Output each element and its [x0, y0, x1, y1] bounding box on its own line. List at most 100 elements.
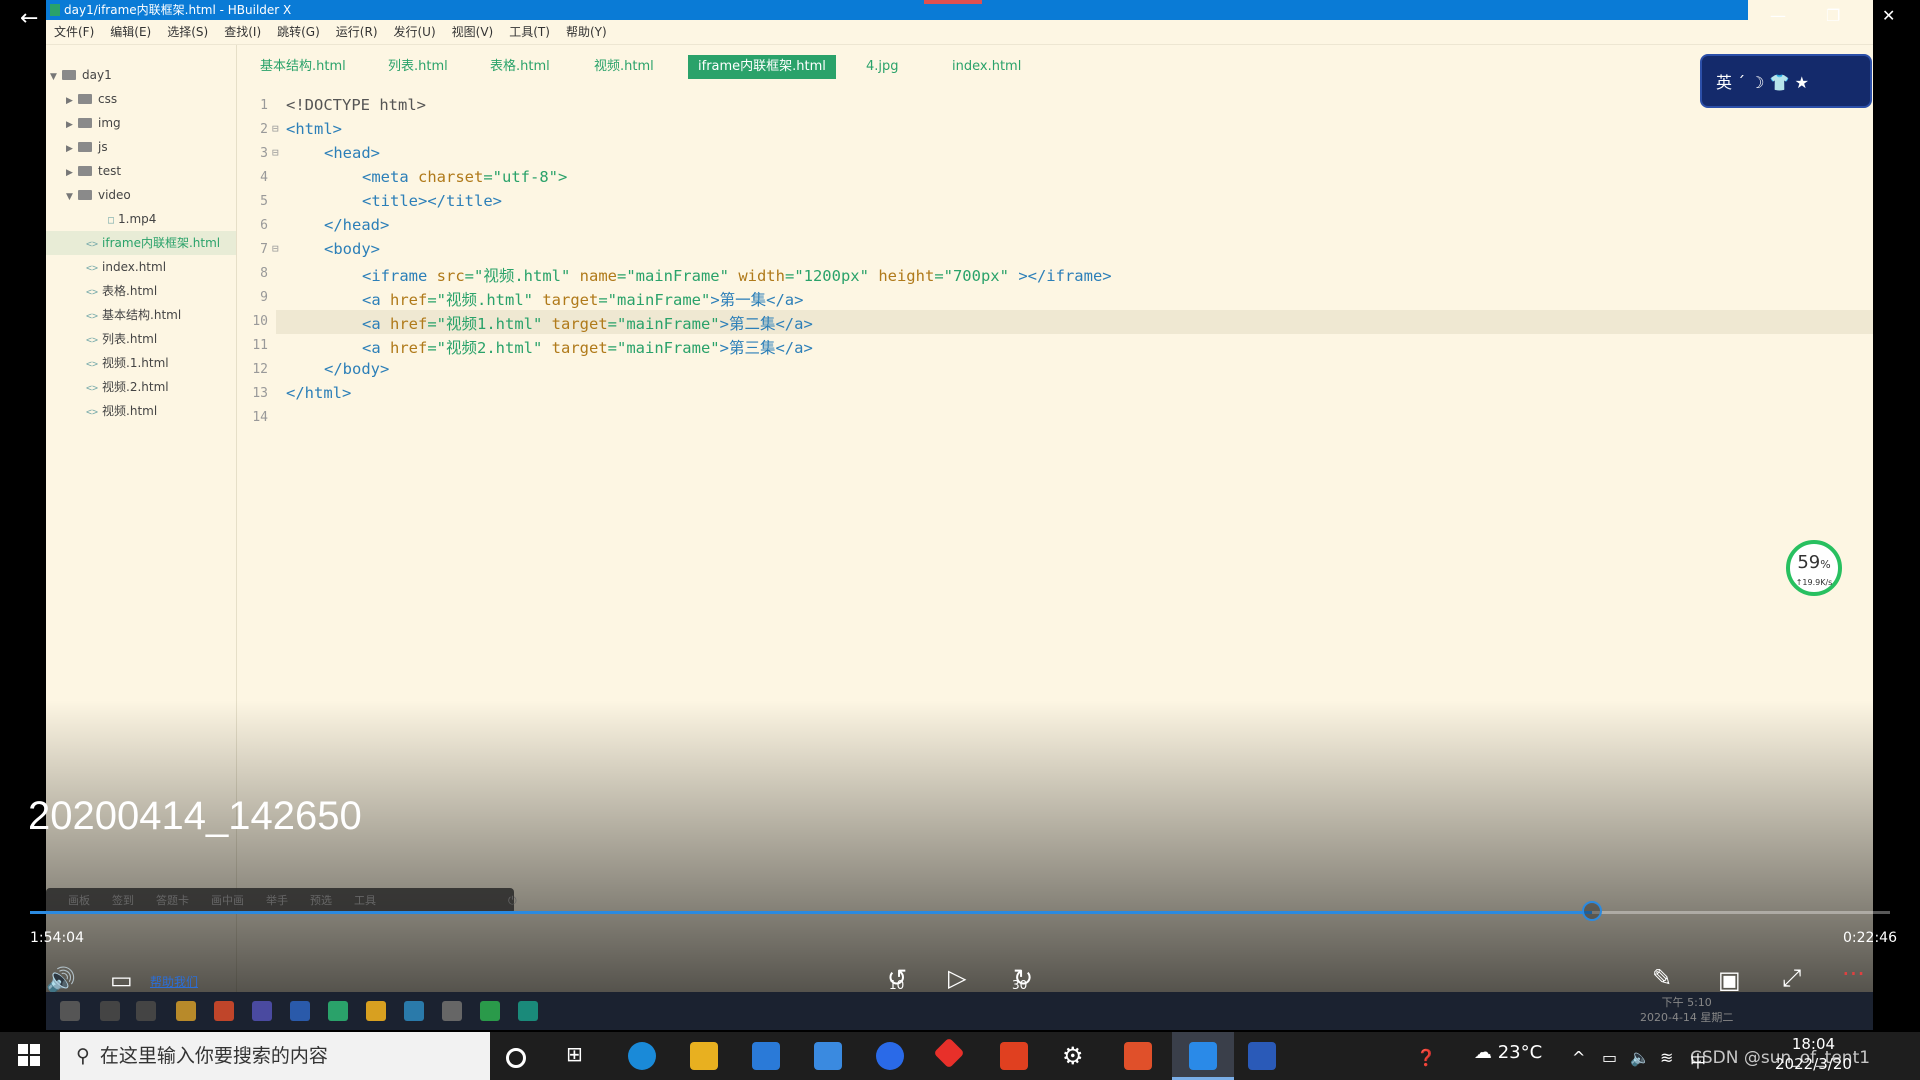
store-icon[interactable]: [752, 1042, 780, 1070]
tree-folder-css[interactable]: ▶ css: [66, 87, 117, 111]
menu-view[interactable]: 视图(V): [452, 25, 494, 39]
taskbar-search[interactable]: ⚲ 在这里输入你要搜索的内容: [60, 1032, 490, 1080]
word-icon[interactable]: [1248, 1042, 1276, 1070]
fold-toggle-icon[interactable]: ⊟: [272, 242, 279, 255]
app-icon[interactable]: [876, 1042, 904, 1070]
chevron-down-icon: ▼: [66, 192, 73, 202]
hbuilder-icon: [50, 4, 60, 16]
recorded-clock: 下午 5:10 2020-4-14 星期二: [1640, 996, 1734, 1024]
play-button[interactable]: ▷: [948, 964, 966, 992]
taskview-icon[interactable]: ⊞: [566, 1042, 594, 1070]
weather[interactable]: ☁ 23°C: [1474, 1042, 1542, 1063]
code-editor[interactable]: 1 2 3 4 5 6 7 8 9 10 11 12 13 14 ⊟ ⊟ ⊟ <…: [236, 90, 1873, 790]
restore-icon[interactable]: ❐: [1826, 6, 1840, 25]
tab-basic[interactable]: 基本结构.html: [260, 55, 346, 79]
menu-edit[interactable]: 编辑(E): [110, 25, 151, 39]
folder-open-icon: [78, 190, 92, 200]
tool-tools[interactable]: 工具: [354, 894, 376, 907]
menu-run[interactable]: 运行(R): [336, 25, 378, 39]
menu-goto[interactable]: 跳转(G): [277, 25, 320, 39]
code-line-9: <a href="视频.html" target="mainFrame">第一集…: [362, 291, 804, 309]
tool-raise-hand[interactable]: 举手: [266, 894, 288, 907]
video-player-icon[interactable]: [1189, 1042, 1217, 1070]
tree-file-mp4[interactable]: □ 1.mp4: [108, 207, 156, 231]
fullscreen-icon[interactable]: ⤢: [1782, 964, 1801, 992]
pip-icon[interactable]: ▣: [1718, 966, 1741, 994]
time-elapsed: 1:54:04: [30, 930, 84, 946]
mail-icon[interactable]: [814, 1042, 842, 1070]
help-link[interactable]: 帮助我们: [150, 973, 198, 990]
folder-icon: [78, 142, 92, 152]
fold-toggle-icon[interactable]: ⊟: [272, 146, 279, 159]
line-number: 9: [260, 290, 268, 305]
battery-icon[interactable]: ▭: [1602, 1048, 1617, 1067]
tab-table[interactable]: 表格.html: [490, 55, 550, 79]
tool-pip[interactable]: 画中画: [211, 894, 244, 907]
tree-file[interactable]: <> 基本结构.html: [86, 303, 181, 327]
file-explorer-icon[interactable]: [690, 1042, 718, 1070]
tab-video[interactable]: 视频.html: [594, 55, 654, 79]
code-line-3: <head>: [324, 144, 380, 162]
menu-tools[interactable]: 工具(T): [509, 25, 550, 39]
tool-preselect[interactable]: 预选: [310, 894, 332, 907]
fold-toggle-icon[interactable]: ⊟: [272, 122, 279, 135]
tree-file[interactable]: <> 列表.html: [86, 327, 157, 351]
tool-board[interactable]: 画板: [68, 894, 90, 907]
menu-publish[interactable]: 发行(U): [394, 25, 436, 39]
close-icon[interactable]: ✕: [1882, 6, 1895, 25]
cortana-icon[interactable]: [506, 1048, 526, 1068]
back-arrow-icon[interactable]: ←: [20, 6, 38, 31]
windows-start-icon[interactable]: [18, 1044, 40, 1066]
folder-icon: [78, 94, 92, 104]
chevron-down-icon: ▼: [50, 72, 57, 82]
tool-checkin[interactable]: 签到: [112, 894, 134, 907]
code-line-12: </body>: [324, 360, 390, 378]
html-file-icon: <>: [86, 263, 99, 274]
speaker-icon[interactable]: 🔈: [1630, 1048, 1650, 1067]
code-line-7: <body>: [324, 240, 380, 258]
tree-file[interactable]: <> 表格.html: [86, 279, 157, 303]
tree-project[interactable]: ▼ day1: [50, 63, 112, 87]
menu-help[interactable]: 帮助(Y): [566, 25, 607, 39]
minimize-icon[interactable]: —: [1770, 6, 1786, 25]
more-icon[interactable]: ···: [1842, 960, 1865, 988]
tab-jpg[interactable]: 4.jpg: [866, 55, 899, 79]
chevron-up-icon[interactable]: ^: [1572, 1048, 1585, 1067]
tool-answer-card[interactable]: 答题卡: [156, 894, 189, 907]
help-icon[interactable]: ❓: [1416, 1048, 1436, 1067]
tree-file[interactable]: <> index.html: [86, 255, 166, 279]
tree-file[interactable]: <> 视频.2.html: [86, 375, 169, 399]
hbuilder-icon[interactable]: [1124, 1042, 1152, 1070]
edge-icon[interactable]: [628, 1042, 656, 1070]
tree-file-active[interactable]: <> iframe内联框架.html: [46, 231, 236, 255]
network-speed-badge[interactable]: 59% ↑19.9K/s: [1786, 540, 1842, 596]
video-title: 20200414_142650: [28, 794, 362, 838]
tree-folder-video[interactable]: ▼ video: [66, 183, 131, 207]
menu-file[interactable]: 文件(F): [54, 25, 94, 39]
tab-list[interactable]: 列表.html: [388, 55, 448, 79]
menu-find[interactable]: 查找(I): [224, 25, 261, 39]
pen-icon[interactable]: ✎: [1652, 964, 1672, 992]
tree-file[interactable]: <> 视频.1.html: [86, 351, 169, 375]
ime-widget[interactable]: 英 ˊ ☽ 👕 ★: [1700, 54, 1872, 108]
office-icon[interactable]: [1000, 1042, 1028, 1070]
tree-folder-js[interactable]: ▶ js: [66, 135, 108, 159]
html-file-icon: <>: [86, 311, 99, 322]
tab-iframe-active[interactable]: iframe内联框架.html: [688, 55, 836, 79]
line-number: 6: [260, 218, 268, 233]
tree-file[interactable]: <> 视频.html: [86, 399, 157, 423]
wifi-icon[interactable]: ≋: [1660, 1048, 1673, 1067]
code-line-11: <a href="视频2.html" target="mainFrame">第三…: [362, 339, 813, 357]
folder-icon: [78, 166, 92, 176]
settings-gear-icon[interactable]: ⚙: [1062, 1042, 1090, 1070]
menubar: 文件(F) 编辑(E) 选择(S) 查找(I) 跳转(G) 运行(R) 发行(U) 视图(V)…: [46, 20, 1873, 45]
taskbar-clock[interactable]: 18:04 2022/3/20: [1775, 1034, 1852, 1074]
volume-icon[interactable]: 🔊: [46, 966, 76, 994]
menu-select[interactable]: 选择(S): [167, 25, 208, 39]
subtitle-icon[interactable]: ▭: [110, 966, 133, 994]
tree-folder-img[interactable]: ▶ img: [66, 111, 121, 135]
tab-index[interactable]: index.html: [952, 55, 1021, 79]
line-number: 5: [260, 194, 268, 209]
tree-folder-test[interactable]: ▶ test: [66, 159, 121, 183]
line-number: 11: [252, 338, 268, 353]
